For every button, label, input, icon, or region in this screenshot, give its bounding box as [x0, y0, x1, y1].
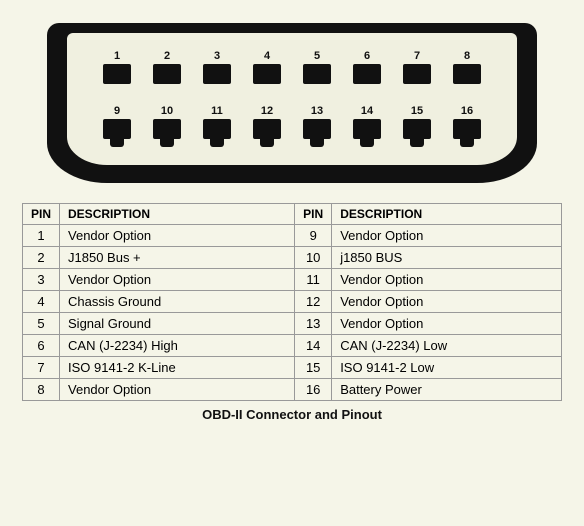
pin-number-cell: 8 [23, 379, 60, 401]
description-cell: ISO 9141-2 Low [332, 357, 562, 379]
header-col-1: DESCRIPTION [60, 204, 295, 225]
description-cell: Signal Ground [60, 313, 295, 335]
connector-pin: 14 [345, 106, 389, 140]
description-cell: Vendor Option [332, 291, 562, 313]
connector-pin: 1 [95, 51, 139, 85]
pin-number-cell: 16 [295, 379, 332, 401]
pin-number-cell: 11 [295, 269, 332, 291]
header-col-0: PIN [23, 204, 60, 225]
table-row: 1Vendor Option9Vendor Option [23, 225, 562, 247]
pin-number-cell: 9 [295, 225, 332, 247]
bottom-pin-row: 910111213141516 [95, 106, 489, 140]
pin-number-cell: 6 [23, 335, 60, 357]
pin-number-cell: 2 [23, 247, 60, 269]
pin-number-cell: 5 [23, 313, 60, 335]
pin-number-cell: 15 [295, 357, 332, 379]
description-cell: Vendor Option [332, 269, 562, 291]
description-cell: J1850 Bus + [60, 247, 295, 269]
pin-number-cell: 1 [23, 225, 60, 247]
connector-diagram: 12345678 910111213141516 [32, 10, 552, 195]
table-row: 3Vendor Option11Vendor Option [23, 269, 562, 291]
connector-inner: 12345678 910111213141516 [67, 33, 517, 165]
pin-number-cell: 14 [295, 335, 332, 357]
table-row: 6CAN (J-2234) High14CAN (J-2234) Low [23, 335, 562, 357]
table-row: 5Signal Ground13Vendor Option [23, 313, 562, 335]
pin-number-cell: 13 [295, 313, 332, 335]
description-cell: CAN (J-2234) Low [332, 335, 562, 357]
connector-pin: 7 [395, 51, 439, 85]
connector-shell: 12345678 910111213141516 [47, 23, 537, 183]
connector-pin: 11 [195, 106, 239, 140]
connector-pin: 13 [295, 106, 339, 140]
connector-pin: 15 [395, 106, 439, 140]
header-col-3: DESCRIPTION [332, 204, 562, 225]
connector-pin: 16 [445, 106, 489, 140]
table-row: 4Chassis Ground12Vendor Option [23, 291, 562, 313]
connector-pin: 10 [145, 106, 189, 140]
table-row: 2J1850 Bus +10j1850 BUS [23, 247, 562, 269]
pin-number-cell: 3 [23, 269, 60, 291]
pin-number-cell: 4 [23, 291, 60, 313]
connector-pin: 3 [195, 51, 239, 85]
top-pin-row: 12345678 [95, 51, 489, 85]
description-cell: CAN (J-2234) High [60, 335, 295, 357]
connector-pin: 12 [245, 106, 289, 140]
table-row: 7ISO 9141-2 K-Line15ISO 9141-2 Low [23, 357, 562, 379]
description-cell: Battery Power [332, 379, 562, 401]
connector-pin: 4 [245, 51, 289, 85]
table-row: 8Vendor Option16Battery Power [23, 379, 562, 401]
pin-number-cell: 7 [23, 357, 60, 379]
connector-pin: 6 [345, 51, 389, 85]
connector-pin: 2 [145, 51, 189, 85]
header-col-2: PIN [295, 204, 332, 225]
connector-pin: 9 [95, 106, 139, 140]
description-cell: Vendor Option [60, 379, 295, 401]
description-cell: Chassis Ground [60, 291, 295, 313]
connector-pin: 8 [445, 51, 489, 85]
pin-number-cell: 12 [295, 291, 332, 313]
table-header-row: PINDESCRIPTIONPINDESCRIPTION [23, 204, 562, 225]
description-cell: j1850 BUS [332, 247, 562, 269]
pin-number-cell: 10 [295, 247, 332, 269]
description-cell: Vendor Option [332, 225, 562, 247]
description-cell: Vendor Option [60, 225, 295, 247]
description-cell: Vendor Option [332, 313, 562, 335]
pinout-table: PINDESCRIPTIONPINDESCRIPTION1Vendor Opti… [22, 203, 562, 401]
caption: OBD-II Connector and Pinout [202, 407, 382, 422]
description-cell: ISO 9141-2 K-Line [60, 357, 295, 379]
description-cell: Vendor Option [60, 269, 295, 291]
connector-pin: 5 [295, 51, 339, 85]
